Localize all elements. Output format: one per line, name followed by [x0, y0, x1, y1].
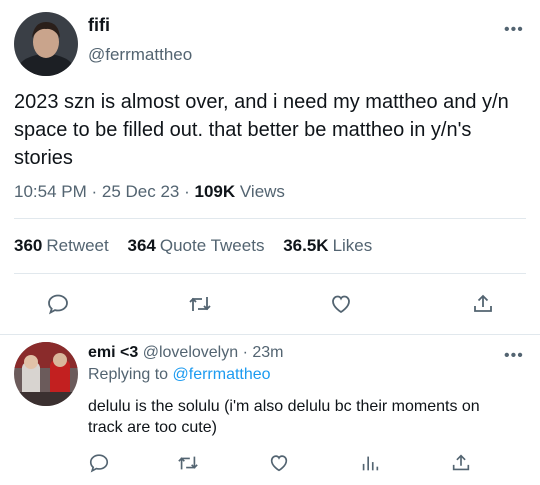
- username-handle[interactable]: @ferrmattheo: [88, 45, 192, 65]
- meta-separator: ·: [184, 182, 195, 201]
- tweet-date[interactable]: 25 Dec 23: [102, 182, 180, 201]
- divider: [14, 273, 526, 274]
- likes-count: 36.5K: [283, 236, 329, 255]
- tweet-stats: 360 Retweet 364 Quote Tweets 36.5K Likes: [14, 236, 386, 256]
- reply-header: emi <3 @lovelovelyn · 23m: [88, 344, 283, 362]
- analytics-icon[interactable]: [359, 452, 381, 474]
- like-icon[interactable]: [329, 292, 353, 316]
- reply-icon[interactable]: [88, 452, 110, 474]
- replying-to-mention[interactable]: @ferrmattheo: [173, 366, 271, 383]
- reply-display-name[interactable]: emi <3: [88, 344, 138, 361]
- quotes-label: Quote Tweets: [159, 236, 265, 255]
- quotes-count: 364: [127, 236, 156, 255]
- replying-to: Replying to @ferrmattheo: [88, 366, 271, 384]
- likes-stat[interactable]: 36.5K Likes: [283, 236, 372, 255]
- retweet-icon[interactable]: [176, 452, 200, 474]
- tweet-time[interactable]: 10:54 PM: [14, 182, 87, 201]
- replying-to-label: Replying to: [88, 366, 169, 383]
- likes-label: Likes: [332, 236, 373, 255]
- more-options-icon[interactable]: •••: [504, 22, 524, 38]
- reply-icon[interactable]: [46, 292, 70, 316]
- reply-text: delulu is the solulu (i'm also delulu bc…: [88, 398, 480, 436]
- tweet-meta: 10:54 PM · 25 Dec 23 · 109K Views: [14, 182, 285, 202]
- reply-more-options-icon[interactable]: •••: [504, 348, 524, 364]
- reply-username-handle[interactable]: @lovelovelyn: [143, 344, 238, 361]
- like-icon[interactable]: [268, 452, 290, 474]
- share-icon[interactable]: [471, 292, 495, 316]
- reply-age[interactable]: 23m: [252, 344, 283, 361]
- share-icon[interactable]: [450, 452, 472, 474]
- display-name[interactable]: fifi: [88, 15, 110, 36]
- tweet-text: 2023 szn is almost over, and i need my m…: [14, 91, 509, 169]
- views-count: 109K: [194, 182, 236, 201]
- views-label: Views: [239, 182, 285, 201]
- divider: [0, 334, 540, 335]
- retweet-icon[interactable]: [187, 292, 213, 316]
- quotes-stat[interactable]: 364 Quote Tweets: [127, 236, 264, 255]
- meta-separator: ·: [242, 344, 253, 361]
- retweets-label: Retweet: [46, 236, 109, 255]
- retweets-count: 360: [14, 236, 43, 255]
- divider: [14, 218, 526, 219]
- retweets-stat[interactable]: 360 Retweet: [14, 236, 109, 255]
- reply-author-avatar[interactable]: [14, 342, 78, 406]
- author-avatar[interactable]: [14, 12, 78, 76]
- meta-separator: ·: [91, 182, 102, 201]
